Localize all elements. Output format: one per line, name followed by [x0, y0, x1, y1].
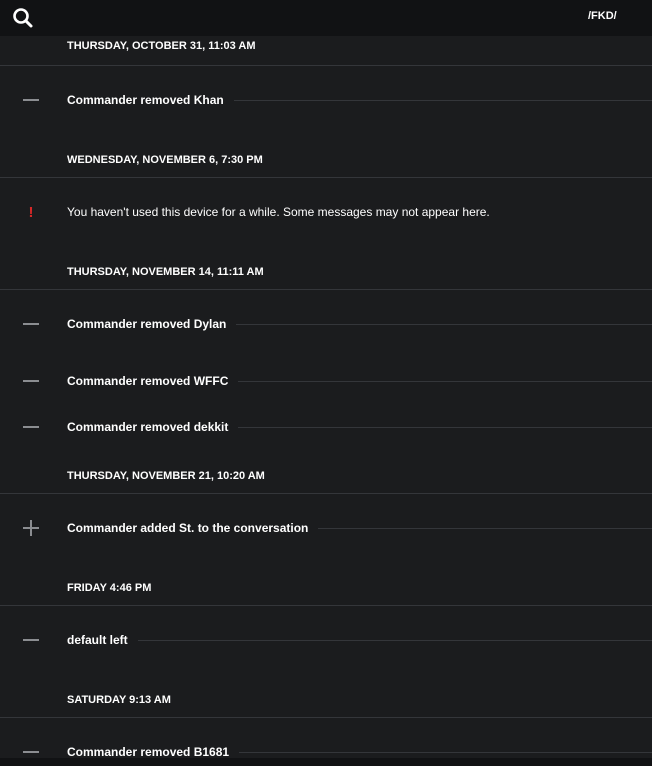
search-icon — [13, 8, 33, 28]
search-button[interactable] — [10, 5, 36, 31]
minus-icon — [20, 629, 42, 651]
minus-icon — [20, 416, 42, 438]
minus-icon — [20, 313, 42, 335]
top-bar: /FKD/ — [0, 0, 652, 36]
system-notice: You haven't used this device for a while… — [67, 205, 652, 219]
date-label: FRIDAY 4:46 PM — [67, 582, 152, 594]
system-event: default left — [67, 633, 652, 647]
system-event-text: Commander removed Dylan — [67, 317, 227, 331]
system-event: Commander removed dekkit — [67, 420, 652, 434]
warning-icon: ! — [28, 203, 34, 221]
date-label: THURSDAY, OCTOBER 31, 11:03 AM — [67, 40, 256, 52]
system-event-row: Commander removed dekkit — [0, 404, 652, 450]
system-event-text: Commander added St. to the conversation — [67, 521, 309, 535]
date-separator: THURSDAY, NOVEMBER 21, 10:20 AM — [0, 450, 652, 494]
date-label: THURSDAY, NOVEMBER 14, 11:11 AM — [67, 266, 264, 278]
system-event-text: Commander removed dekkit — [67, 420, 229, 434]
system-event-text: Commander removed B1681 — [67, 745, 230, 758]
minus-icon — [20, 741, 42, 758]
date-label: THURSDAY, NOVEMBER 21, 10:20 AM — [67, 470, 265, 482]
minus-icon — [20, 89, 42, 111]
minus-icon — [20, 370, 42, 392]
date-separator: SATURDAY 9:13 AM — [0, 674, 652, 718]
conversation-title[interactable]: /FKD/ — [588, 10, 617, 22]
divider-line — [233, 99, 652, 101]
system-event-row: Commander removed WFFC — [0, 358, 652, 404]
message-timeline[interactable]: THURSDAY, OCTOBER 31, 11:03 AM Commander… — [0, 36, 652, 758]
divider-line — [236, 323, 652, 325]
date-label: SATURDAY 9:13 AM — [67, 694, 171, 706]
system-event-row: Commander removed Khan — [0, 66, 652, 134]
system-event-row: default left — [0, 606, 652, 674]
system-event-text: Commander removed WFFC — [67, 374, 229, 388]
system-event: Commander removed WFFC — [67, 374, 652, 388]
divider-line — [239, 751, 652, 753]
system-event: Commander added St. to the conversation — [67, 521, 652, 535]
system-event: Commander removed Khan — [67, 93, 652, 107]
date-label: WEDNESDAY, NOVEMBER 6, 7:30 PM — [67, 154, 263, 166]
date-separator: FRIDAY 4:46 PM — [0, 562, 652, 606]
divider-line — [238, 426, 652, 428]
divider-line — [318, 527, 652, 529]
date-separator: THURSDAY, OCTOBER 31, 11:03 AM — [0, 36, 652, 66]
divider-line — [238, 380, 652, 382]
system-event-text: Commander removed Khan — [67, 93, 224, 107]
date-separator: WEDNESDAY, NOVEMBER 6, 7:30 PM — [0, 134, 652, 178]
system-event: Commander removed Dylan — [67, 317, 652, 331]
date-separator: THURSDAY, NOVEMBER 14, 11:11 AM — [0, 246, 652, 290]
divider-line — [137, 639, 652, 641]
system-event-row: Commander added St. to the conversation — [0, 494, 652, 562]
plus-icon — [20, 517, 42, 539]
system-event: Commander removed B1681 — [67, 745, 652, 758]
system-event-row: Commander removed Dylan — [0, 290, 652, 358]
bottom-bar — [0, 758, 652, 766]
system-event-row: ! You haven't used this device for a whi… — [0, 178, 652, 246]
system-event-text: default left — [67, 633, 128, 647]
system-notice-text: You haven't used this device for a while… — [67, 205, 490, 219]
system-event-row: Commander removed B1681 — [0, 718, 652, 758]
